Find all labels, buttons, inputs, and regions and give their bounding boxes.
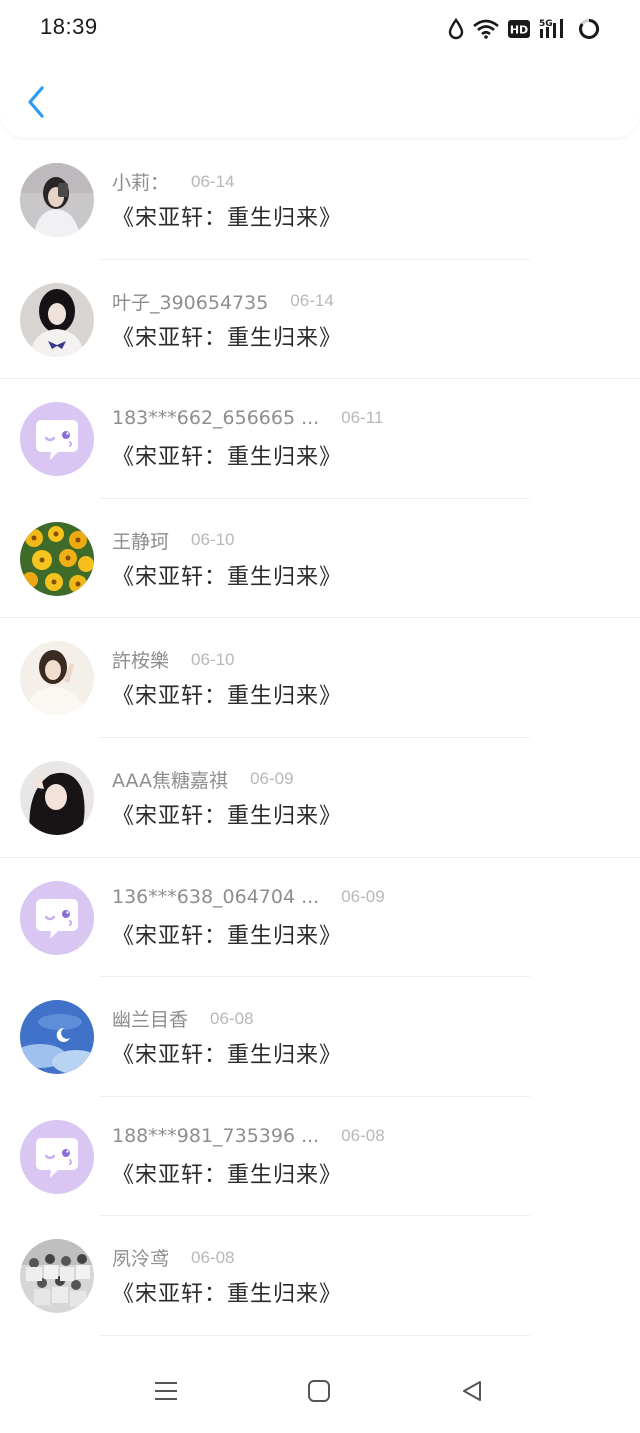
list-item-meta: 小莉： 06-14: [112, 168, 235, 195]
list-item-meta: 許桉樂 06-10: [112, 646, 235, 673]
list-item[interactable]: 幽兰目香 06-08 《宋亚轩：重生归来》: [0, 977, 640, 1097]
wifi-icon: [473, 19, 499, 39]
user-name: 許桉樂: [112, 650, 170, 673]
home-button[interactable]: [299, 1378, 339, 1408]
system-navigation-bar: [0, 1350, 640, 1433]
list-item-meta: 183***662_656665 ... 06-11: [112, 407, 383, 429]
list-item-meta: 叶子_390654735 06-14: [112, 288, 334, 315]
menu-button[interactable]: [146, 1378, 186, 1408]
reader-list: 小莉： 06-14 《宋亚轩：重生归来》 叶子_390654735 06-14 …: [0, 140, 640, 1336]
item-date: 06-14: [290, 291, 334, 311]
item-date: 06-09: [250, 769, 294, 789]
book-title: 《宋亚轩：重生归来》: [112, 445, 343, 471]
list-item-meta: 136***638_064704 ... 06-09: [112, 886, 385, 908]
back-triangle-icon: [460, 1379, 484, 1407]
list-item-meta: 夙泠鸢 06-08: [112, 1244, 235, 1271]
status-time: 18:39: [40, 14, 98, 39]
drop-icon: [448, 18, 464, 40]
user-name: 136***638_064704 ...: [112, 885, 320, 908]
book-title: 《宋亚轩：重生归来》: [112, 1282, 343, 1308]
user-name: 小莉：: [112, 172, 170, 194]
user-name: AAA焦糖嘉祺: [112, 769, 229, 792]
list-item[interactable]: AAA焦糖嘉祺 06-09 《宋亚轩：重生归来》: [0, 738, 640, 858]
list-item-meta: 188***981_735396 ... 06-08: [112, 1125, 385, 1147]
list-item[interactable]: 許桉樂 06-10 《宋亚轩：重生归来》: [0, 618, 640, 738]
back-button[interactable]: [18, 82, 54, 126]
list-item[interactable]: 王静珂 06-10 《宋亚轩：重生归来》: [0, 499, 640, 619]
list-item[interactable]: 夙泠鸢 06-08 《宋亚轩：重生归来》: [0, 1216, 640, 1336]
user-name: 幽兰目香: [112, 1009, 189, 1032]
book-title: 《宋亚轩：重生归来》: [112, 803, 343, 829]
book-title: 《宋亚轩：重生归来》: [112, 564, 343, 590]
5g-signal-icon: 5G: [539, 18, 569, 40]
home-square-icon: [307, 1379, 331, 1407]
default-chat-avatar-icon[interactable]: [20, 402, 94, 477]
list-item[interactable]: 叶子_390654735 06-14 《宋亚轩：重生归来》: [0, 260, 640, 380]
list-item[interactable]: 188***981_735396 ... 06-08 《宋亚轩：重生归来》: [0, 1097, 640, 1217]
default-chat-avatar-icon[interactable]: [20, 1119, 94, 1194]
svg-text:HD: HD: [510, 24, 528, 37]
user-name: 183***662_656665 ...: [112, 407, 320, 430]
item-date: 06-11: [341, 408, 384, 428]
divider: [100, 1334, 530, 1336]
item-date: 06-09: [341, 886, 385, 906]
avatar[interactable]: [20, 282, 94, 357]
user-name: 叶子_390654735: [112, 291, 269, 314]
avatar[interactable]: [20, 521, 94, 596]
menu-icon: [153, 1380, 179, 1406]
avatar[interactable]: [20, 163, 94, 237]
book-title: 《宋亚轩：重生归来》: [112, 684, 343, 710]
list-item-meta: 王静珂 06-10: [112, 527, 235, 554]
list-item[interactable]: 小莉： 06-14 《宋亚轩：重生归来》: [0, 140, 640, 260]
book-title: 《宋亚轩：重生归来》: [112, 1162, 343, 1188]
item-date: 06-10: [191, 649, 235, 669]
book-title: 《宋亚轩：重生归来》: [112, 206, 343, 231]
status-bar: 18:39 HD 5G: [0, 0, 640, 58]
item-date: 06-10: [191, 530, 235, 550]
hd-icon: HD: [508, 20, 530, 38]
user-name: 188***981_735396 ...: [112, 1124, 320, 1147]
svg-text:5G: 5G: [539, 19, 553, 29]
book-title: 《宋亚轩：重生归来》: [112, 1043, 343, 1069]
battery-ring-icon: [578, 18, 600, 40]
status-icons: HD 5G: [448, 16, 600, 42]
user-name: 王静珂: [112, 530, 170, 553]
avatar[interactable]: [20, 1239, 94, 1314]
avatar[interactable]: [20, 760, 94, 835]
item-date: 06-08: [191, 1247, 235, 1267]
user-name: 夙泠鸢: [112, 1248, 170, 1271]
book-title: 《宋亚轩：重生归来》: [112, 923, 343, 949]
list-item[interactable]: 136***638_064704 ... 06-09 《宋亚轩：重生归来》: [0, 858, 640, 978]
list-item[interactable]: 183***662_656665 ... 06-11 《宋亚轩：重生归来》: [0, 379, 640, 499]
list-item-meta: AAA焦糖嘉祺 06-09: [112, 766, 294, 793]
book-title: 《宋亚轩：重生归来》: [112, 325, 343, 351]
avatar[interactable]: [20, 641, 94, 716]
item-date: 06-08: [341, 1125, 385, 1145]
item-date: 06-14: [191, 171, 235, 191]
list-item-meta: 幽兰目香 06-08: [112, 1005, 254, 1032]
avatar[interactable]: [20, 1000, 94, 1075]
nav-back-button[interactable]: [452, 1378, 492, 1408]
top-header: 18:39 HD 5G: [0, 0, 640, 138]
item-date: 06-08: [210, 1008, 254, 1028]
default-chat-avatar-icon[interactable]: [20, 880, 94, 955]
chevron-left-icon: [26, 85, 46, 123]
